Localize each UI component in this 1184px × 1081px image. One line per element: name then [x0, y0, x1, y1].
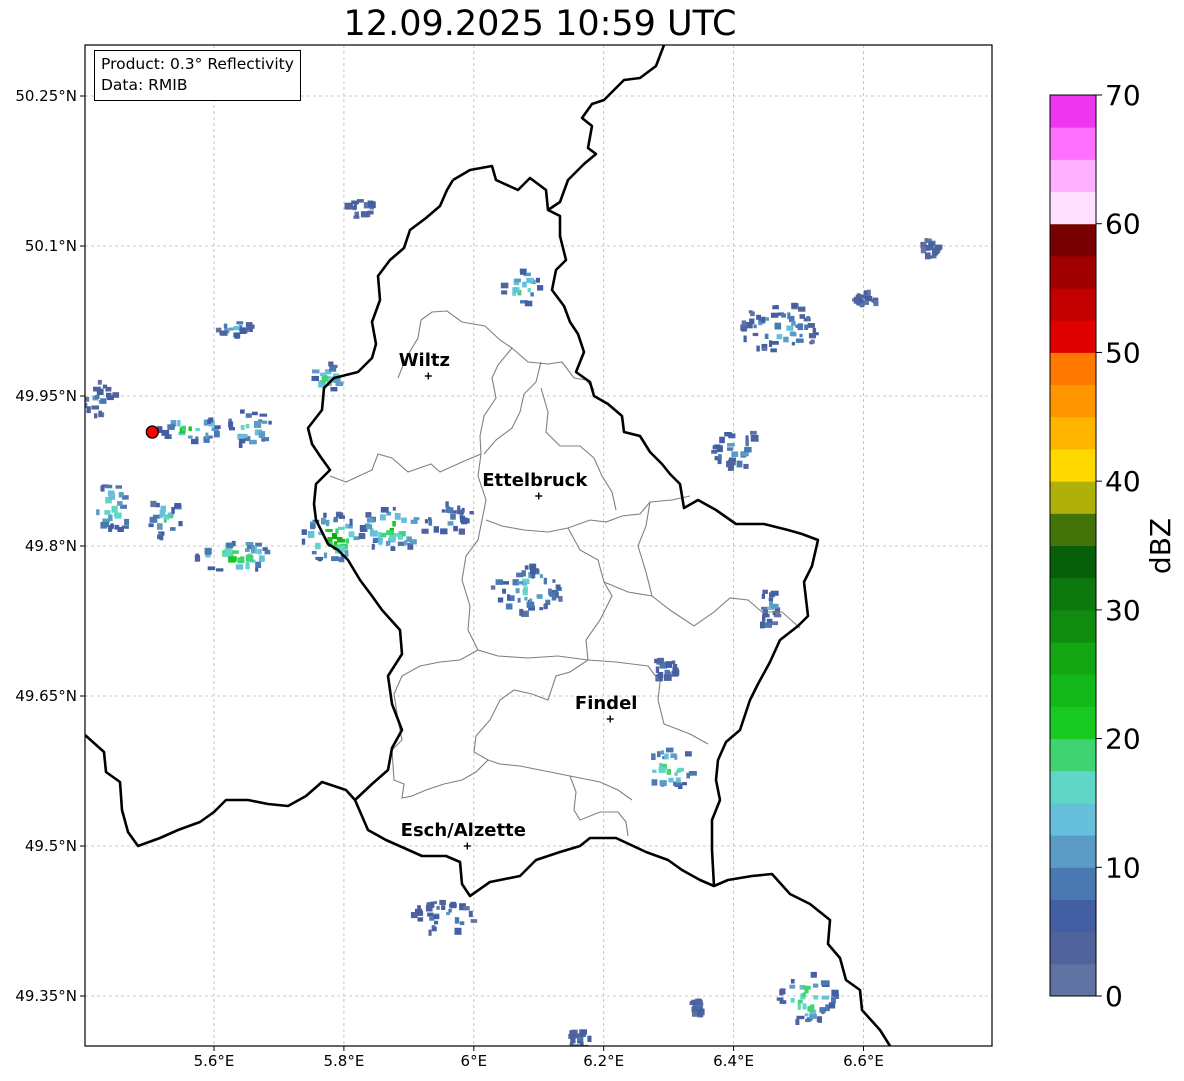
colorbar-segment [1050, 320, 1096, 353]
colorbar-tick-label: 50 [1105, 336, 1141, 369]
colorbar-segment [1050, 706, 1096, 740]
colorbar-segment [1050, 899, 1096, 933]
colorbar-label: dBZ [1144, 518, 1177, 574]
colorbar-segment [1050, 609, 1096, 643]
colorbar-segment [1050, 127, 1096, 160]
colorbar-tick-label: 0 [1105, 980, 1123, 1013]
colorbar-segment [1050, 191, 1096, 225]
colorbar-segment [1050, 738, 1096, 772]
colorbar-segments [1050, 95, 1096, 997]
colorbar-segment [1050, 835, 1096, 868]
colorbar: 0 10 20 30 40 50 60 70 dBZ [1049, 79, 1177, 1013]
colorbar-ticks: 0 10 20 30 40 50 60 70 [1096, 79, 1141, 1013]
colorbar-tick-label: 30 [1105, 594, 1141, 627]
colorbar-tick-label: 70 [1105, 79, 1141, 112]
colorbar-segment [1050, 416, 1096, 450]
colorbar-segment [1050, 95, 1096, 128]
colorbar-segment [1050, 963, 1096, 997]
colorbar-segment [1050, 159, 1096, 193]
colorbar-tick-label: 40 [1105, 465, 1141, 498]
colorbar-segment [1050, 448, 1096, 482]
colorbar-tick-label: 60 [1105, 208, 1141, 241]
colorbar-segment [1050, 867, 1096, 900]
colorbar-segment [1050, 642, 1096, 675]
colorbar-segment [1050, 384, 1096, 418]
colorbar-segment [1050, 255, 1096, 289]
colorbar-segment [1050, 674, 1096, 707]
colorbar-segment [1050, 513, 1096, 546]
colorbar-segment [1050, 577, 1096, 611]
colorbar-tick-label: 20 [1105, 723, 1141, 756]
colorbar-tick-label: 10 [1105, 851, 1141, 884]
colorbar-segment [1050, 288, 1096, 321]
colorbar-segment [1050, 770, 1096, 804]
colorbar-segment [1050, 481, 1096, 514]
colorbar-segment [1050, 223, 1096, 257]
colorbar-segment [1050, 802, 1096, 836]
colorbar-segment [1050, 352, 1096, 386]
colorbar-segment [1050, 931, 1096, 965]
colorbar-segment [1050, 545, 1096, 579]
